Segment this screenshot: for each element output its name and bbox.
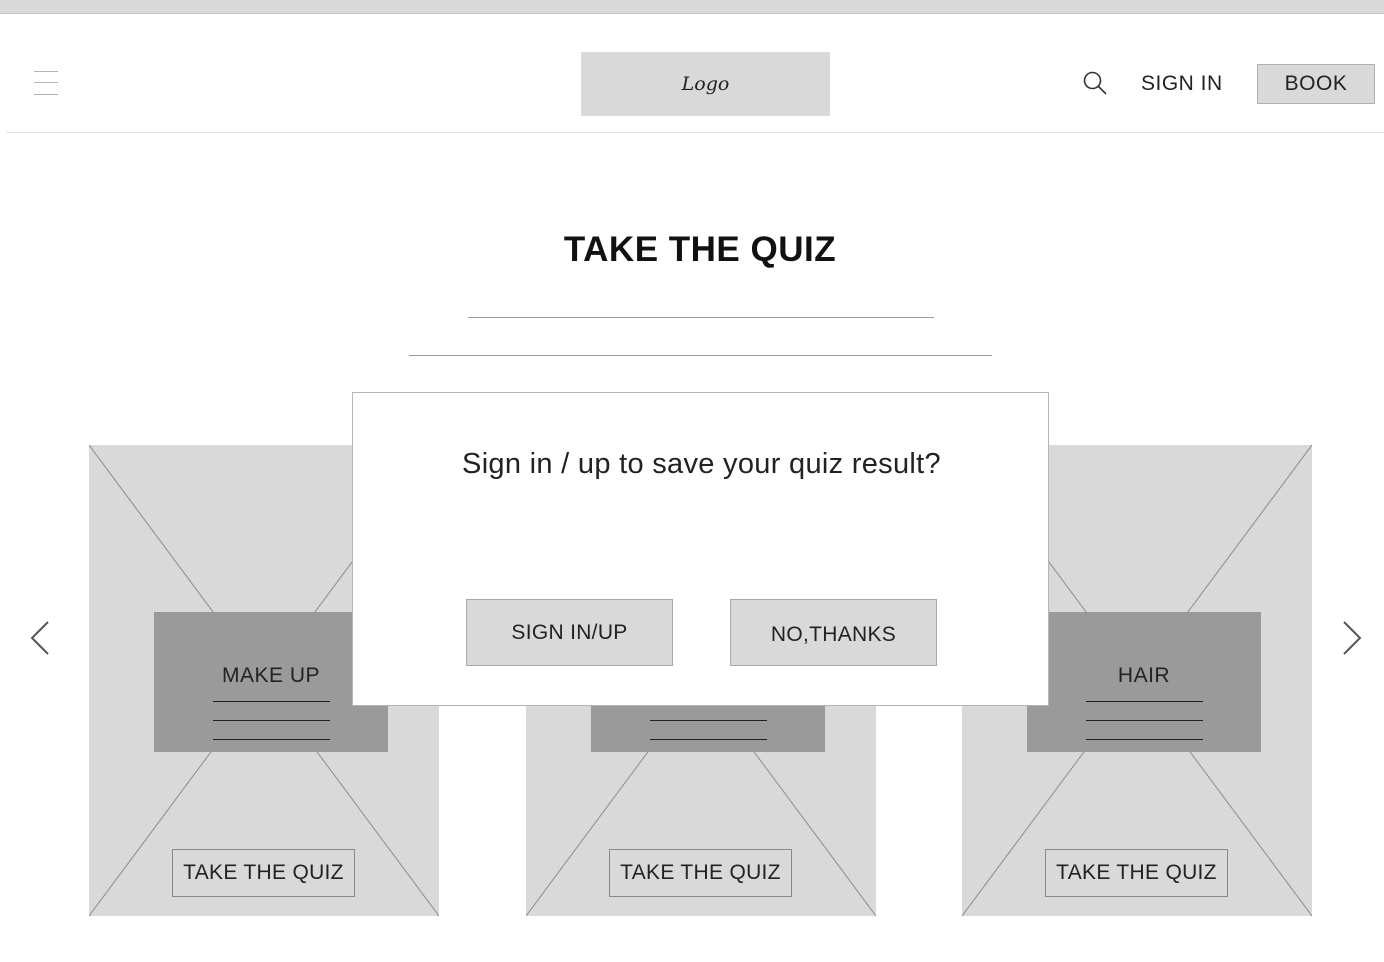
- modal-message: Sign in / up to save your quiz result?: [462, 448, 941, 480]
- chevron-left-icon[interactable]: [28, 620, 52, 656]
- sign-in-link[interactable]: SIGN IN: [1141, 70, 1223, 98]
- header-divider: [6, 132, 1384, 133]
- browser-top-bar: [0, 0, 1384, 14]
- take-quiz-button[interactable]: TAKE THE QUIZ: [1045, 849, 1228, 897]
- search-icon[interactable]: [1082, 70, 1108, 96]
- take-quiz-button[interactable]: TAKE THE QUIZ: [172, 849, 355, 897]
- text-placeholder-line: [213, 739, 330, 740]
- text-placeholder-line: [650, 739, 767, 740]
- text-placeholder-line: [1086, 720, 1203, 721]
- subtitle-placeholder-line: [468, 317, 934, 318]
- book-button[interactable]: BOOK: [1257, 64, 1375, 104]
- no-thanks-button[interactable]: NO,THANKS: [730, 599, 937, 666]
- chevron-right-icon[interactable]: [1340, 620, 1364, 656]
- save-result-modal: Sign in / up to save your quiz result? S…: [352, 392, 1049, 706]
- page-title: TAKE THE QUIZ: [563, 230, 837, 269]
- card-title: HAIR: [1117, 664, 1171, 687]
- text-placeholder-line: [1086, 701, 1203, 702]
- text-placeholder-line: [213, 701, 330, 702]
- hamburger-menu-icon[interactable]: [34, 71, 58, 95]
- site-header: Logo SIGN IN BOOK: [0, 14, 1384, 132]
- sign-in-up-button[interactable]: SIGN IN/UP: [466, 599, 673, 666]
- subtitle-placeholder-line: [409, 355, 992, 356]
- card-caption-panel: HAIR: [1027, 612, 1261, 752]
- take-quiz-button[interactable]: TAKE THE QUIZ: [609, 849, 792, 897]
- text-placeholder-line: [650, 720, 767, 721]
- text-placeholder-line: [213, 720, 330, 721]
- logo[interactable]: Logo: [581, 52, 830, 116]
- text-placeholder-line: [1086, 739, 1203, 740]
